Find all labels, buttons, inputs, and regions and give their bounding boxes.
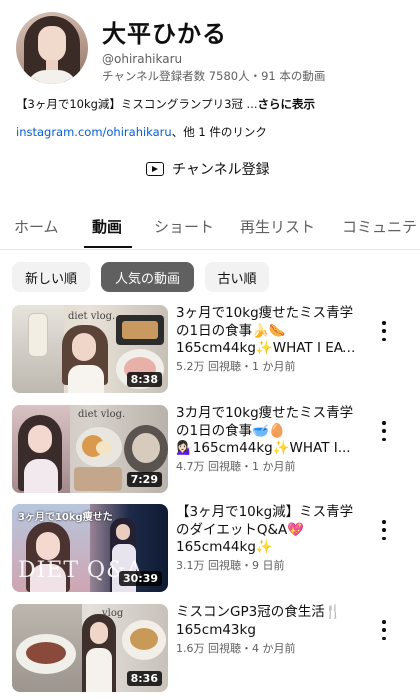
video-item[interactable]: 3ヶ月で10kg痩せた DIET Q&A 30:39 【3ヶ月で10kg減】ミス… [0, 504, 420, 596]
video-meta: 3.1万 回視聴・9 日前 [176, 559, 285, 572]
description-text: 【3ヶ月で10kg減】ミスコングランプリ3冠 ... [16, 97, 258, 111]
subscribe-button[interactable]: チャンネル登録 [146, 156, 270, 182]
channel-tabs: ホーム 動画 ショート 再生リスト コミュニテ [0, 200, 420, 250]
video-meta: 5.2万 回視聴・1 か月前 [176, 360, 296, 373]
more-links-text[interactable]: 、他 1 件のリンク [172, 125, 267, 139]
instagram-link[interactable]: instagram.com/ohirahikaru [16, 125, 172, 139]
video-item[interactable]: diet vlog. 8:38 3ヶ月で10kg痩せたミス青学 の1日の食事🍌🌭… [0, 305, 420, 397]
video-item[interactable]: vlog 8:36 ミスコンGP3冠の食生活🍴 165cm43kg 1.6万 回… [0, 604, 420, 696]
tab-community[interactable]: コミュニテ [342, 216, 417, 237]
video-duration: 30:39 [118, 571, 162, 586]
thumbnail-title: vlog [102, 608, 124, 619]
thumbnail-title: 3ヶ月で10kg痩せた [18, 512, 113, 523]
youtube-play-icon [146, 162, 164, 176]
active-tab-indicator [84, 246, 132, 248]
video-title[interactable]: ミスコンGP3冠の食生活🍴 165cm43kg [176, 604, 356, 639]
video-meta: 1.6万 回視聴・4 か月前 [176, 642, 296, 655]
channel-avatar[interactable] [16, 12, 88, 84]
video-thumbnail[interactable]: vlog 8:36 [12, 604, 168, 692]
channel-description[interactable]: 【3ヶ月で10kg減】ミスコングランプリ3冠 ...さらに表示 [16, 96, 315, 112]
tab-shorts[interactable]: ショート [154, 216, 214, 237]
more-options-icon[interactable] [378, 321, 390, 341]
thumbnail-title: diet vlog. [78, 409, 126, 420]
video-title[interactable]: 3カ月で10kg痩せたミス青学 の1日の食事🥣🥚 💁🏻‍♀️165cm44kg✨… [176, 405, 356, 458]
chip-popular[interactable]: 人気の動画 [101, 262, 194, 292]
more-options-icon[interactable] [378, 421, 390, 441]
channel-header: 大平ひかる @ohirahikaru チャンネル登録者数 7580人・91 本の… [0, 0, 420, 196]
video-title[interactable]: 【3ヶ月で10kg減】ミス青学 のダイエットQ&A💖 165cm44kg✨ [176, 504, 356, 557]
video-duration: 7:29 [126, 472, 162, 487]
channel-stats: チャンネル登録者数 7580人・91 本の動画 [102, 69, 326, 83]
chip-oldest[interactable]: 古い順 [205, 262, 269, 292]
thumbnail-title: diet vlog. [68, 311, 116, 322]
video-thumbnail[interactable]: diet vlog. 7:29 [12, 405, 168, 493]
channel-links: instagram.com/ohirahikaru、他 1 件のリンク [16, 124, 267, 140]
video-thumbnail[interactable]: diet vlog. 8:38 [12, 305, 168, 393]
tab-home[interactable]: ホーム [14, 216, 59, 237]
tab-playlists[interactable]: 再生リスト [240, 216, 315, 237]
subscribe-label: チャンネル登録 [172, 162, 270, 178]
video-duration: 8:36 [126, 671, 162, 686]
video-thumbnail[interactable]: 3ヶ月で10kg痩せた DIET Q&A 30:39 [12, 504, 168, 592]
more-options-icon[interactable] [378, 620, 390, 640]
video-title[interactable]: 3ヶ月で10kg痩せたミス青学 の1日の食事🍌🌭 165cm44kg✨WHAT … [176, 305, 356, 358]
channel-name: 大平ひかる [102, 20, 227, 48]
chip-newest[interactable]: 新しい順 [12, 262, 90, 292]
channel-handle: @ohirahikaru [102, 52, 183, 66]
video-meta: 4.7万 回視聴・1 か月前 [176, 460, 296, 473]
tab-videos[interactable]: 動画 [92, 216, 122, 237]
video-duration: 8:38 [126, 372, 162, 387]
more-options-icon[interactable] [378, 520, 390, 540]
description-more-link[interactable]: さらに表示 [258, 97, 316, 111]
video-item[interactable]: diet vlog. 7:29 3カ月で10kg痩せたミス青学 の1日の食事🥣🥚… [0, 405, 420, 497]
